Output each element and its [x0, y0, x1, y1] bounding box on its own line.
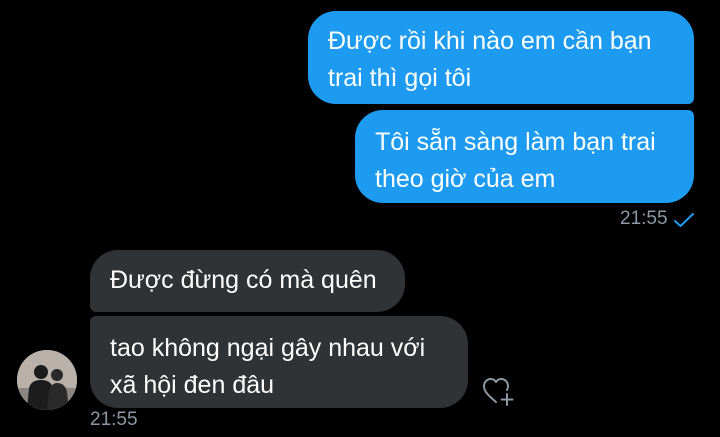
sent-message-bubble[interactable]: Được rồi khi nào em cần bạn trai thì gọi… — [308, 11, 694, 104]
sent-timestamp: 21:55 — [620, 208, 668, 229]
avatar-image — [17, 350, 77, 410]
heart-plus-icon[interactable] — [481, 375, 515, 407]
received-message-bubble[interactable]: tao không ngại gây nhau với xã hội đen đ… — [90, 316, 468, 408]
received-timestamp: 21:55 — [90, 409, 138, 430]
sender-avatar[interactable] — [17, 350, 77, 410]
received-message-bubble[interactable]: Được đừng có mà quên — [90, 250, 405, 312]
read-check-icon — [674, 213, 694, 227]
sent-message-bubble[interactable]: Tôi sẵn sàng làm bạn trai theo giờ của e… — [355, 110, 694, 203]
